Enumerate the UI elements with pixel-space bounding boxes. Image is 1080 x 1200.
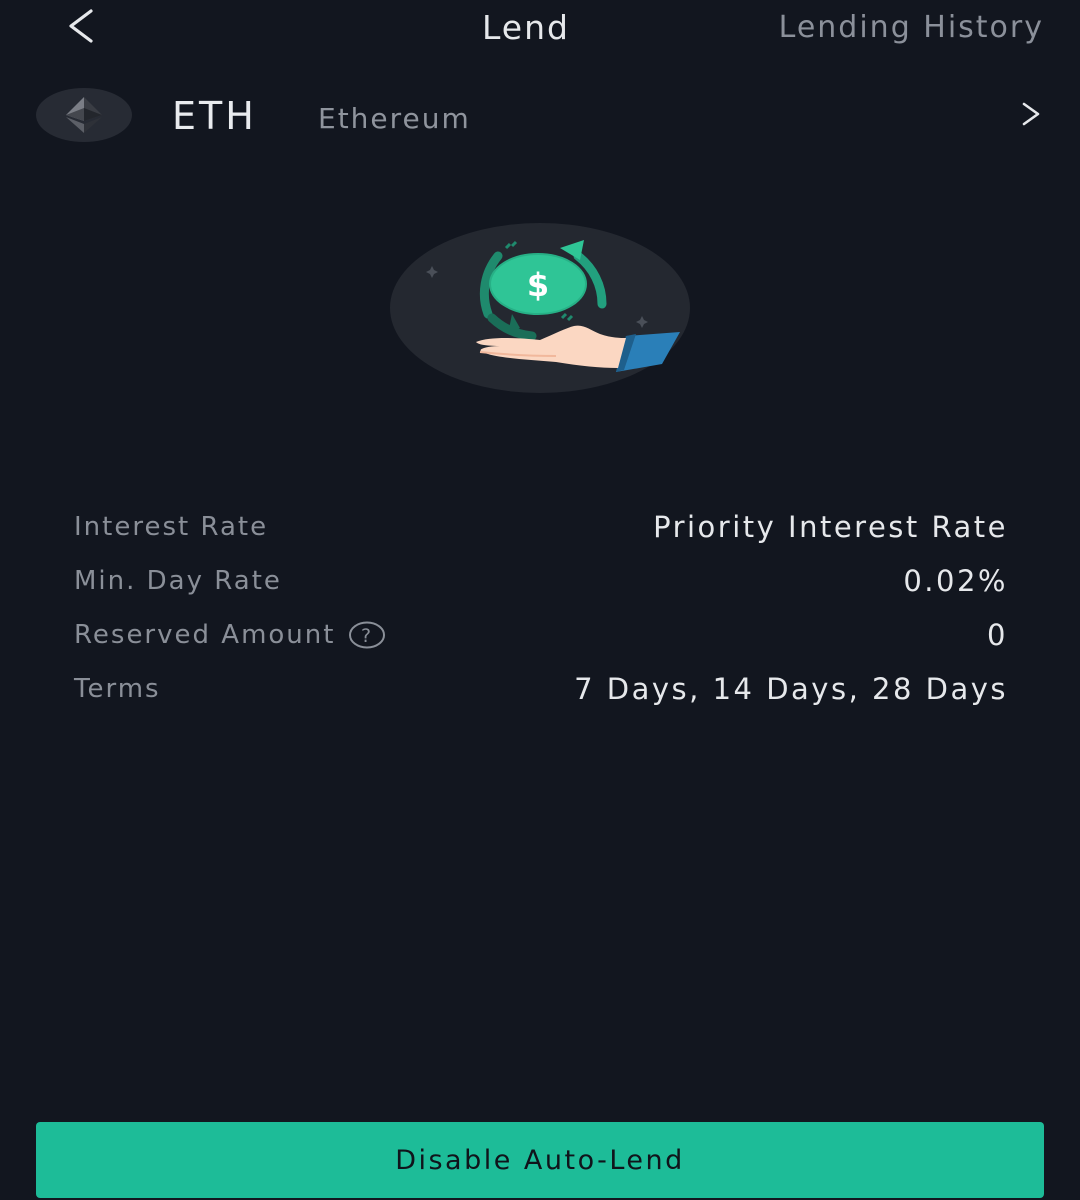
svg-text:$: $ bbox=[527, 266, 549, 304]
coin-symbol: ETH bbox=[172, 94, 257, 138]
coin-logo bbox=[36, 88, 132, 142]
reserved-amount-label-group: Reserved Amount ? bbox=[74, 620, 386, 650]
lend-screen: Lend Lending History ETH Ethereum $ Inte… bbox=[0, 0, 1080, 1200]
terms-label: Terms bbox=[74, 674, 161, 704]
lend-illustration: $ bbox=[380, 216, 700, 402]
ethereum-logo-icon bbox=[66, 97, 102, 133]
detail-row-min-day-rate: Min. Day Rate 0.02% bbox=[74, 554, 1008, 608]
terms-value: 7 Days, 14 Days, 28 Days bbox=[574, 672, 1008, 706]
lend-details: Interest Rate Priority Interest Rate Min… bbox=[74, 500, 1008, 716]
min-day-rate-label: Min. Day Rate bbox=[74, 566, 282, 596]
top-bar: Lend Lending History bbox=[0, 0, 1080, 60]
tab-lending-history[interactable]: Lending History bbox=[779, 10, 1044, 45]
question-circle-icon[interactable]: ? bbox=[349, 620, 386, 650]
detail-row-terms: Terms 7 Days, 14 Days, 28 Days bbox=[74, 662, 1008, 716]
tab-lend[interactable]: Lend bbox=[482, 8, 570, 47]
chevron-right-icon bbox=[1022, 102, 1040, 126]
interest-rate-label: Interest Rate bbox=[74, 512, 269, 542]
coin-name: Ethereum bbox=[318, 102, 471, 135]
svg-text:?: ? bbox=[361, 625, 373, 647]
detail-row-interest-rate: Interest Rate Priority Interest Rate bbox=[74, 500, 1008, 554]
back-button[interactable] bbox=[58, 4, 102, 48]
chevron-left-icon bbox=[69, 9, 93, 43]
disable-auto-lend-button[interactable]: Disable Auto-Lend bbox=[36, 1122, 1044, 1198]
hand-coin-illustration: $ bbox=[390, 223, 690, 393]
min-day-rate-value: 0.02% bbox=[903, 564, 1008, 598]
coin-selector[interactable]: ETH Ethereum bbox=[0, 82, 1080, 150]
reserved-amount-value: 0 bbox=[987, 618, 1008, 652]
detail-row-reserved-amount: Reserved Amount ? 0 bbox=[74, 608, 1008, 662]
reserved-amount-label: Reserved Amount bbox=[74, 620, 336, 650]
coin-chevron bbox=[1016, 96, 1046, 132]
interest-rate-value: Priority Interest Rate bbox=[653, 510, 1008, 544]
